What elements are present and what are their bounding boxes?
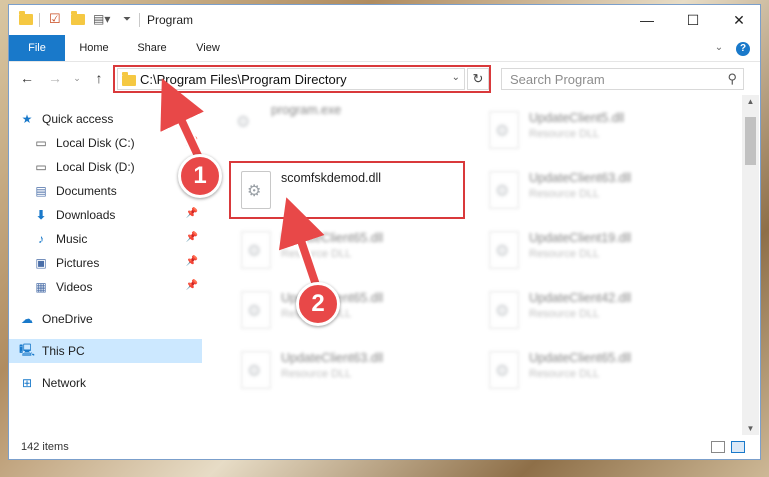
step-1-callout: 1 <box>178 154 222 198</box>
annotation-arrows <box>160 78 325 291</box>
step-2-callout: 2 <box>296 282 340 326</box>
arrow-2 <box>278 197 325 287</box>
arrow-1 <box>160 78 204 162</box>
